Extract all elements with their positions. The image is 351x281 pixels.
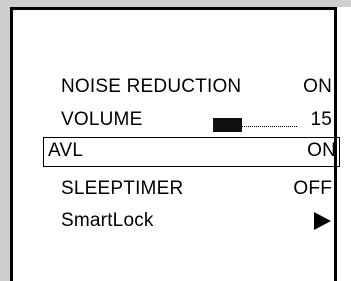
menu-item-label: SLEEPTIMER	[61, 178, 184, 199]
menu-item-noise-reduction[interactable]: NOISE REDUCTION ON	[45, 73, 340, 103]
menu-item-label: NOISE REDUCTION	[61, 76, 242, 97]
menu-item-label: SmartLock	[61, 210, 154, 231]
menu-item-volume[interactable]: VOLUME 15	[45, 106, 340, 136]
menu-item-sleeptimer[interactable]: SLEEPTIMER OFF	[45, 175, 340, 205]
menu-item-label: AVL	[48, 140, 84, 161]
volume-slider[interactable]	[213, 118, 297, 132]
menu-item-value: ON	[303, 76, 332, 97]
osd-menu-panel: NOISE REDUCTION ON VOLUME 15 AVL ON SLEE…	[10, 7, 340, 281]
menu-item-avl[interactable]: AVL ON	[43, 137, 340, 167]
volume-value: 15	[310, 109, 332, 130]
volume-level-bar	[213, 118, 242, 132]
menu-item-smartlock[interactable]: SmartLock	[45, 207, 340, 237]
menu-item-value: ON	[307, 140, 336, 161]
menu-item-label: VOLUME	[61, 109, 143, 130]
right-arrow-icon[interactable]	[314, 212, 331, 230]
volume-track	[242, 126, 297, 127]
menu-item-value: OFF	[293, 178, 332, 199]
